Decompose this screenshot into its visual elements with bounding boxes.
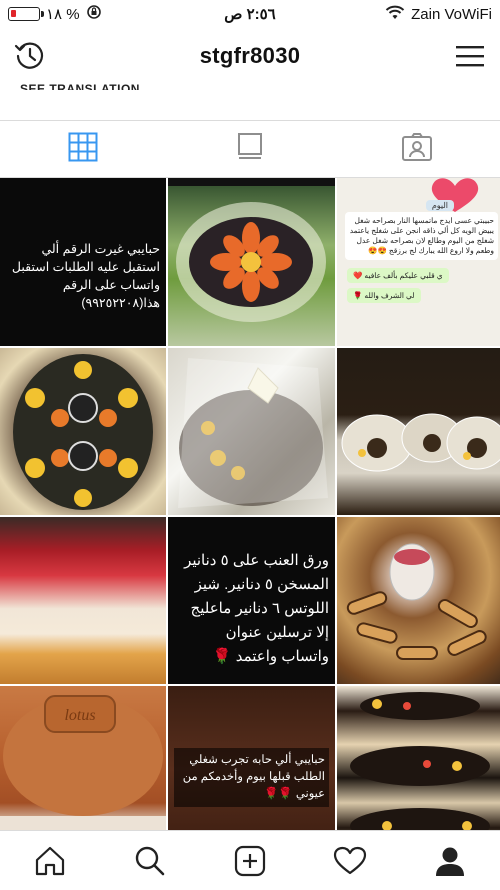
- battery-percent: ١٨ %: [46, 6, 80, 23]
- post-caption: حبايبي غيرت الرقم ألي استقبل عليه الطلبا…: [11, 242, 160, 310]
- food-platter-image: [168, 178, 335, 322]
- post-grid: حبايبي غيرت الرقم ألي استقبل عليه الطلبا…: [0, 178, 500, 830]
- grid-icon: [68, 132, 98, 167]
- tab-grid[interactable]: [0, 121, 167, 177]
- profile-tabs: [0, 120, 500, 178]
- post-tile[interactable]: [168, 348, 335, 515]
- post-tile[interactable]: [337, 517, 500, 684]
- status-bar-left: ١٨ %: [0, 4, 102, 24]
- stuffed-grape-leaves-tray-image: [13, 354, 153, 510]
- tagged-icon: [401, 132, 433, 167]
- see-translation-link[interactable]: SEE TRANSLATION: [20, 78, 140, 90]
- post-tile[interactable]: [0, 348, 166, 515]
- tab-tagged[interactable]: [333, 121, 500, 177]
- post-tile[interactable]: اليوم حبيبتي عسى ايدج ماتمسها النار بصرا…: [337, 178, 500, 346]
- lotus-logo-text: lotus: [64, 707, 95, 724]
- post-caption: ورق العنب على ٥ دنانير المسخن ٥ دنانير. …: [184, 552, 329, 665]
- rolled-pastries-image: [346, 543, 487, 660]
- battery-icon: [8, 7, 44, 21]
- bottom-nav: [0, 830, 500, 890]
- tab-feed[interactable]: [167, 121, 334, 177]
- chat-reply: لي الشرف والله 🌹: [347, 288, 421, 303]
- activity-icon[interactable]: [320, 836, 380, 886]
- status-bar: ١٨ % ٢:٥٦ ص Zain VoWiFi: [0, 0, 500, 28]
- wifi-icon: [385, 5, 405, 24]
- gift-bags-image: [341, 413, 500, 472]
- profile-icon[interactable]: [420, 836, 480, 886]
- history-icon[interactable]: [0, 28, 60, 84]
- profile-username: stgfr8030: [199, 43, 301, 68]
- status-bar-right: Zain VoWiFi: [385, 5, 500, 24]
- post-tile[interactable]: [337, 348, 500, 515]
- post-tile[interactable]: [0, 517, 166, 684]
- post-tile[interactable]: حبايبي ألي حابه تجرب شغلي الطلب قبلها بي…: [168, 686, 335, 830]
- chat-message: حبيبتي عسى ايدج ماتمسها النار بصراحه شغل…: [345, 212, 498, 260]
- lotus-cheesecake-image: lotus: [0, 695, 166, 830]
- post-tile[interactable]: [168, 178, 335, 346]
- post-tile[interactable]: [337, 686, 500, 830]
- feed-icon: [237, 132, 263, 167]
- profile-header: stgfr8030: [0, 28, 500, 84]
- post-caption: حبايبي ألي حابه تجرب شغلي الطلب قبلها بي…: [174, 748, 329, 807]
- wrapped-tray-image: [178, 358, 328, 508]
- add-post-icon[interactable]: [220, 836, 280, 886]
- menu-icon[interactable]: [440, 28, 500, 84]
- post-tile[interactable]: lotus: [0, 686, 166, 830]
- home-icon[interactable]: [20, 836, 80, 886]
- post-tile[interactable]: حبايبي غيرت الرقم ألي استقبل عليه الطلبا…: [0, 178, 166, 346]
- carrier-name: Zain VoWiFi: [411, 5, 492, 23]
- dessert-trays-image: [350, 692, 490, 830]
- chat-reply: ي قلبي عليكم بألف عافيه ❤️: [347, 268, 449, 283]
- post-tile[interactable]: ورق العنب على ٥ دنانير المسخن ٥ دنانير. …: [168, 517, 335, 684]
- chat-date-label: اليوم: [425, 200, 454, 211]
- search-icon[interactable]: [120, 836, 180, 886]
- rotation-lock-icon: [86, 4, 102, 24]
